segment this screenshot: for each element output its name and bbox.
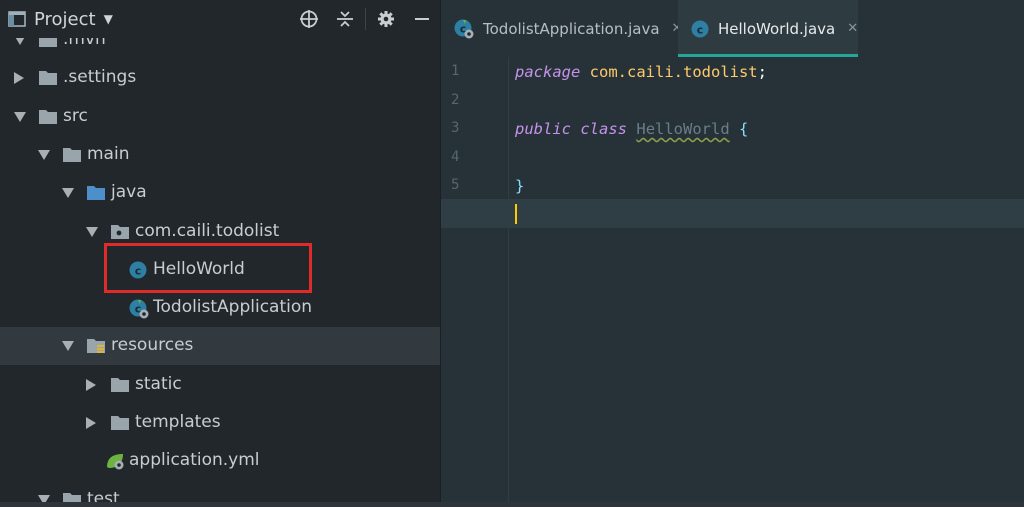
open-brace: {	[739, 120, 749, 138]
tree-item-label: main	[87, 143, 130, 164]
class-icon: c	[690, 19, 710, 39]
expand-arrow-icon[interactable]	[14, 111, 26, 122]
tree-item-src[interactable]: src	[0, 98, 440, 136]
project-view-selector[interactable]: Project ▼	[8, 9, 113, 30]
code-line-3: public class HelloWorld {	[515, 120, 748, 138]
toolbar-separator	[365, 8, 366, 30]
editor: c TodolistApplication.java ✕ c HelloWorld.ja…	[441, 0, 1024, 507]
bottom-border	[0, 502, 1024, 507]
editor-tab-bar: c TodolistApplication.java ✕ c HelloWorld.ja…	[441, 0, 1024, 57]
expand-arrow-icon[interactable]	[86, 226, 98, 237]
project-panel: .mvn .settings src main java com.caili.todoli…	[0, 0, 440, 507]
line-number: 1	[451, 63, 460, 79]
resources-folder-icon	[86, 336, 106, 356]
line-number: 2	[451, 91, 460, 108]
annotation-highlight-box	[104, 243, 312, 293]
chevron-down-icon: ▼	[103, 12, 113, 26]
folder-icon	[38, 107, 58, 127]
tree-item-java[interactable]: java	[0, 174, 440, 212]
collapse-arrow-icon[interactable]	[14, 72, 24, 85]
close-icon[interactable]: ✕	[847, 21, 858, 36]
project-toolbar: Project ▼	[0, 0, 440, 38]
expand-arrow-icon[interactable]	[62, 341, 74, 352]
spring-class-icon: c	[453, 18, 475, 40]
tree-item-label: java	[111, 182, 147, 203]
folder-icon	[110, 375, 130, 395]
tree-item-label: com.caili.todolist	[135, 220, 280, 241]
folder-icon	[62, 145, 82, 165]
line-number: 4	[451, 148, 460, 165]
tree-item-label: TodolistApplication	[153, 297, 313, 318]
tree-item-templates[interactable]: templates	[0, 404, 440, 442]
project-window-icon	[8, 11, 26, 27]
current-line-highlight	[441, 199, 1024, 228]
folder-icon	[110, 413, 130, 433]
tab-label: TodolistApplication.java	[483, 19, 660, 38]
collapse-icon[interactable]	[327, 0, 363, 38]
tree-item-todolistapplication[interactable]: c TodolistApplication	[0, 289, 440, 327]
keyword-package: package	[515, 63, 581, 81]
line-number: 3	[451, 120, 460, 137]
line-number-gutter: 123456	[441, 57, 509, 507]
locate-icon[interactable]	[291, 0, 327, 38]
minimize-icon[interactable]	[404, 0, 440, 38]
keyword-public: public	[515, 120, 571, 138]
svg-text:c: c	[697, 23, 704, 36]
tree-item-label: templates	[135, 412, 221, 432]
project-panel-title: Project	[34, 8, 96, 30]
tab-todolistapplication-java[interactable]: c TodolistApplication.java ✕	[441, 0, 682, 57]
collapse-arrow-icon[interactable]	[86, 417, 96, 429]
folder-icon	[38, 68, 58, 88]
tree-item-settings[interactable]: .settings	[0, 59, 440, 97]
line-number: 5	[451, 177, 460, 194]
code-line-1: package com.caili.todolist;	[515, 63, 767, 81]
code-line-5: }	[515, 177, 524, 195]
close-brace: }	[515, 177, 525, 195]
gear-icon[interactable]	[368, 0, 404, 38]
keyword-class: class	[580, 120, 628, 138]
tree-item-label: application.yml	[129, 450, 260, 471]
tree-item-label: static	[135, 373, 182, 394]
class-name: HelloWorld	[636, 120, 730, 138]
semicolon: ;	[757, 63, 767, 81]
tab-label: HelloWorld.java	[718, 19, 836, 38]
package-name: com.caili.todolist	[589, 63, 758, 81]
source-folder-icon	[86, 183, 106, 203]
spring-config-icon	[104, 451, 124, 471]
expand-arrow-icon[interactable]	[38, 149, 50, 160]
collapse-arrow-icon[interactable]	[86, 378, 96, 391]
spring-class-icon: c	[128, 298, 149, 319]
package-icon	[110, 222, 130, 242]
tree-item-label: .settings	[63, 67, 137, 88]
text-caret	[515, 204, 517, 224]
tree-item-label: resources	[111, 335, 194, 356]
code-area[interactable]: package com.caili.todolist; public class…	[441, 57, 1024, 507]
expand-arrow-icon[interactable]	[62, 188, 74, 199]
tab-helloworld-java[interactable]: c HelloWorld.java ✕	[678, 0, 858, 57]
tree-item-resources[interactable]: resources	[0, 327, 440, 366]
tree-item-label: src	[63, 105, 88, 126]
tree-item-static[interactable]: static	[0, 366, 440, 404]
tree-item-application-yml[interactable]: application.yml	[0, 442, 440, 480]
tree-item-main[interactable]: main	[0, 136, 440, 174]
